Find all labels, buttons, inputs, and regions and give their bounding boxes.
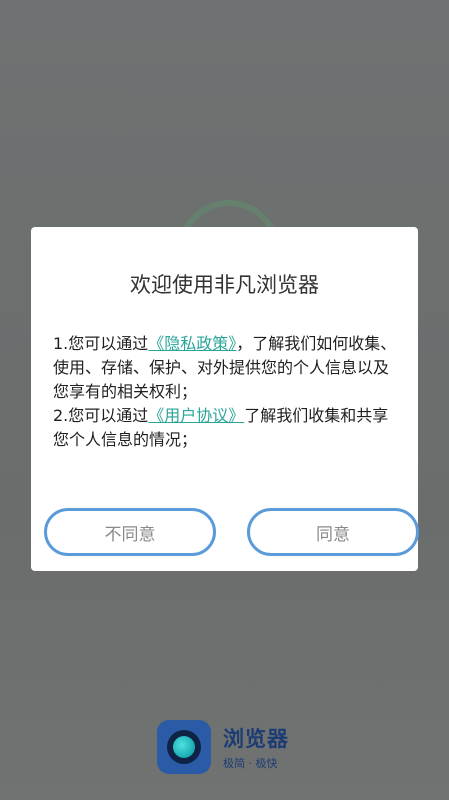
agreement-paragraph: 2.您可以通过《用户协议》了解我们收集和共享您个人信息的情况； (53, 404, 403, 452)
privacy-policy-link[interactable]: 《隐私政策》 (148, 334, 236, 353)
browser-app-icon (157, 720, 211, 774)
agreement-paragraph-prefix: 2.您可以通过 (53, 406, 149, 425)
lens-icon (167, 730, 201, 764)
disagree-button[interactable]: 不同意 (44, 508, 216, 556)
privacy-dialog: 欢迎使用非凡浏览器 1.您可以通过《隐私政策》，了解我们如何收集、使用、存储、保… (31, 227, 419, 571)
agree-button[interactable]: 同意 (247, 508, 419, 556)
privacy-paragraph: 1.您可以通过《隐私政策》，了解我们如何收集、使用、存储、保护、对外提供您的个人… (53, 332, 403, 404)
dialog-title: 欢迎使用非凡浏览器 (130, 273, 319, 297)
screen: 欢迎使用非凡浏览器 1.您可以通过《隐私政策》，了解我们如何收集、使用、存储、保… (0, 0, 449, 800)
user-agreement-link[interactable]: 《用户协议》 (148, 406, 244, 425)
brand-name: 浏览器 (223, 727, 289, 751)
brand-text: 浏览器 极简 · 极快 (223, 723, 289, 771)
brand-slogan: 极简 · 极快 (223, 757, 278, 770)
privacy-paragraph-prefix: 1.您可以通过 (53, 334, 149, 353)
dialog-body: 1.您可以通过《隐私政策》，了解我们如何收集、使用、存储、保护、对外提供您的个人… (53, 332, 403, 452)
brand-footer: 浏览器 极简 · 极快 (157, 715, 289, 779)
